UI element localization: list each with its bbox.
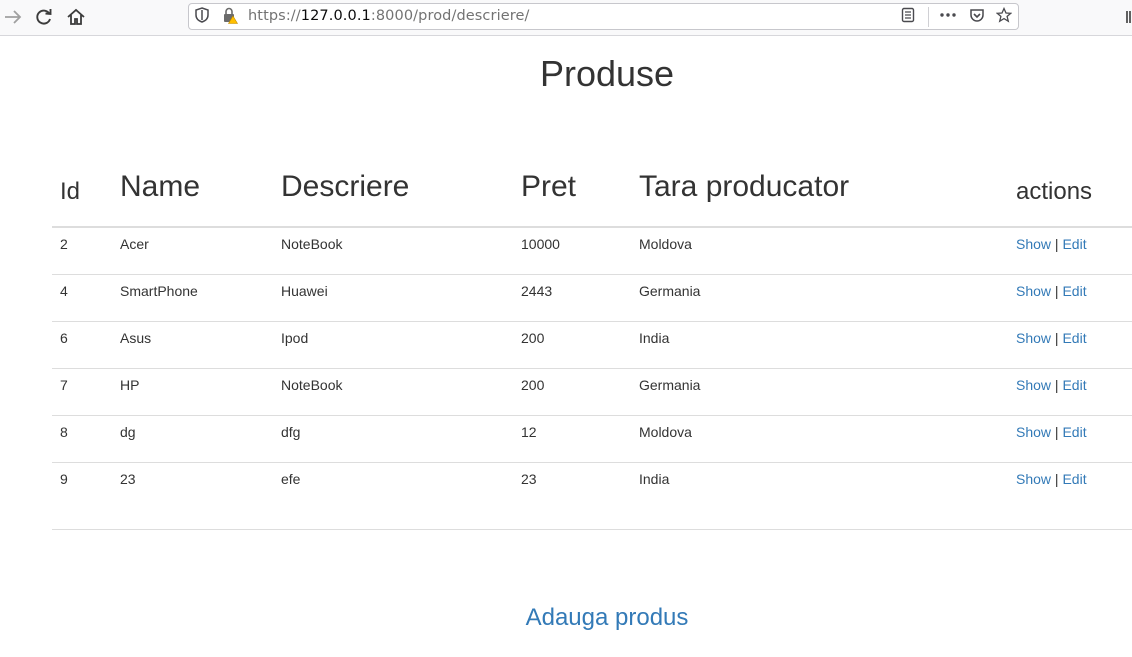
url-prefix: https:// (248, 8, 301, 24)
cell-id: 9 (60, 471, 68, 487)
edit-link[interactable]: Edit (1062, 377, 1086, 393)
cell-descriere: NoteBook (281, 236, 343, 252)
show-link[interactable]: Show (1016, 236, 1051, 252)
row-divider (52, 462, 1132, 463)
cell-name: Acer (120, 236, 149, 252)
table-bottom-divider (52, 529, 1132, 530)
forward-arrow-icon[interactable] (2, 6, 24, 28)
cell-id: 8 (60, 424, 68, 440)
url-bar-separator (928, 7, 929, 27)
url-bar[interactable]: https://127.0.0.1:8000/prod/descriere/ (188, 3, 1019, 30)
row-divider (52, 321, 1132, 322)
actions-separator: | (1054, 236, 1059, 252)
page-title: Produse (539, 53, 675, 94)
column-header-pret: Pret (521, 170, 577, 203)
bookmark-star-icon[interactable] (995, 6, 1013, 27)
actions-separator: | (1054, 471, 1059, 487)
row-actions: Show | Edit (1016, 236, 1087, 252)
row-actions: Show | Edit (1016, 424, 1087, 440)
show-link[interactable]: Show (1016, 471, 1051, 487)
cell-descriere: efe (281, 471, 301, 487)
tracking-shield-icon[interactable] (193, 7, 211, 27)
table-header-divider (52, 226, 1132, 228)
cell-tara: Germania (639, 377, 701, 393)
row-actions: Show | Edit (1016, 283, 1087, 299)
cell-descriere: dfg (281, 424, 301, 440)
cell-tara: Moldova (639, 236, 692, 252)
cell-id: 2 (60, 236, 68, 252)
cell-name: dg (120, 424, 136, 440)
library-icon[interactable] (1120, 6, 1132, 28)
row-divider (52, 368, 1132, 369)
actions-separator: | (1054, 283, 1059, 299)
row-divider (52, 274, 1132, 275)
actions-separator: | (1054, 424, 1059, 440)
row-actions: Show | Edit (1016, 471, 1087, 487)
cell-pret: 10000 (521, 236, 560, 252)
reload-icon[interactable] (33, 6, 55, 28)
cell-pret: 200 (521, 330, 545, 346)
url-text[interactable]: https://127.0.0.1:8000/prod/descriere/ (248, 8, 529, 24)
insecure-lock-icon[interactable] (221, 7, 239, 27)
home-icon[interactable] (65, 6, 87, 28)
cell-descriere: Huawei (281, 283, 328, 299)
cell-id: 4 (60, 283, 68, 299)
column-header-id: Id (60, 178, 81, 205)
column-header-tara-producator: Tara producator (639, 170, 850, 203)
cell-name: 23 (120, 471, 136, 487)
row-actions: Show | Edit (1016, 330, 1087, 346)
show-link[interactable]: Show (1016, 377, 1051, 393)
edit-link[interactable]: Edit (1062, 283, 1086, 299)
column-header-name: Name (120, 170, 201, 203)
cell-name: Asus (120, 330, 152, 346)
reader-view-icon[interactable] (899, 7, 917, 27)
edit-link[interactable]: Edit (1062, 330, 1086, 346)
url-host: 127.0.0.1 (300, 8, 371, 24)
show-link[interactable]: Show (1016, 283, 1051, 299)
cell-name: HP (120, 377, 140, 393)
edit-link[interactable]: Edit (1062, 471, 1086, 487)
edit-link[interactable]: Edit (1062, 236, 1086, 252)
cell-tara: India (639, 330, 670, 346)
actions-separator: | (1054, 330, 1059, 346)
cell-name: SmartPhone (120, 283, 198, 299)
cell-descriere: Ipod (281, 330, 309, 346)
row-actions: Show | Edit (1016, 377, 1087, 393)
cell-id: 6 (60, 330, 68, 346)
cell-pret: 12 (521, 424, 537, 440)
cell-pret: 23 (521, 471, 537, 487)
cell-tara: Germania (639, 283, 701, 299)
url-path: :8000/prod/descriere/ (370, 8, 530, 24)
actions-separator: | (1054, 377, 1059, 393)
cell-tara: India (639, 471, 670, 487)
column-header-descriere: Descriere (281, 170, 410, 203)
pocket-icon[interactable] (968, 7, 986, 27)
cell-id: 7 (60, 377, 68, 393)
column-header-actions: actions (1016, 178, 1093, 205)
cell-pret: 200 (521, 377, 545, 393)
cell-pret: 2443 (521, 283, 553, 299)
add-product-link[interactable]: Adauga produs (0, 604, 1132, 632)
browser-toolbar: https://127.0.0.1:8000/prod/descriere/ (0, 0, 1132, 36)
show-link[interactable]: Show (1016, 330, 1051, 346)
show-link[interactable]: Show (1016, 424, 1051, 440)
edit-link[interactable]: Edit (1062, 424, 1086, 440)
cell-tara: Moldova (639, 424, 692, 440)
row-divider (52, 415, 1132, 416)
page-actions-menu-icon[interactable] (939, 7, 957, 27)
cell-descriere: NoteBook (281, 377, 343, 393)
